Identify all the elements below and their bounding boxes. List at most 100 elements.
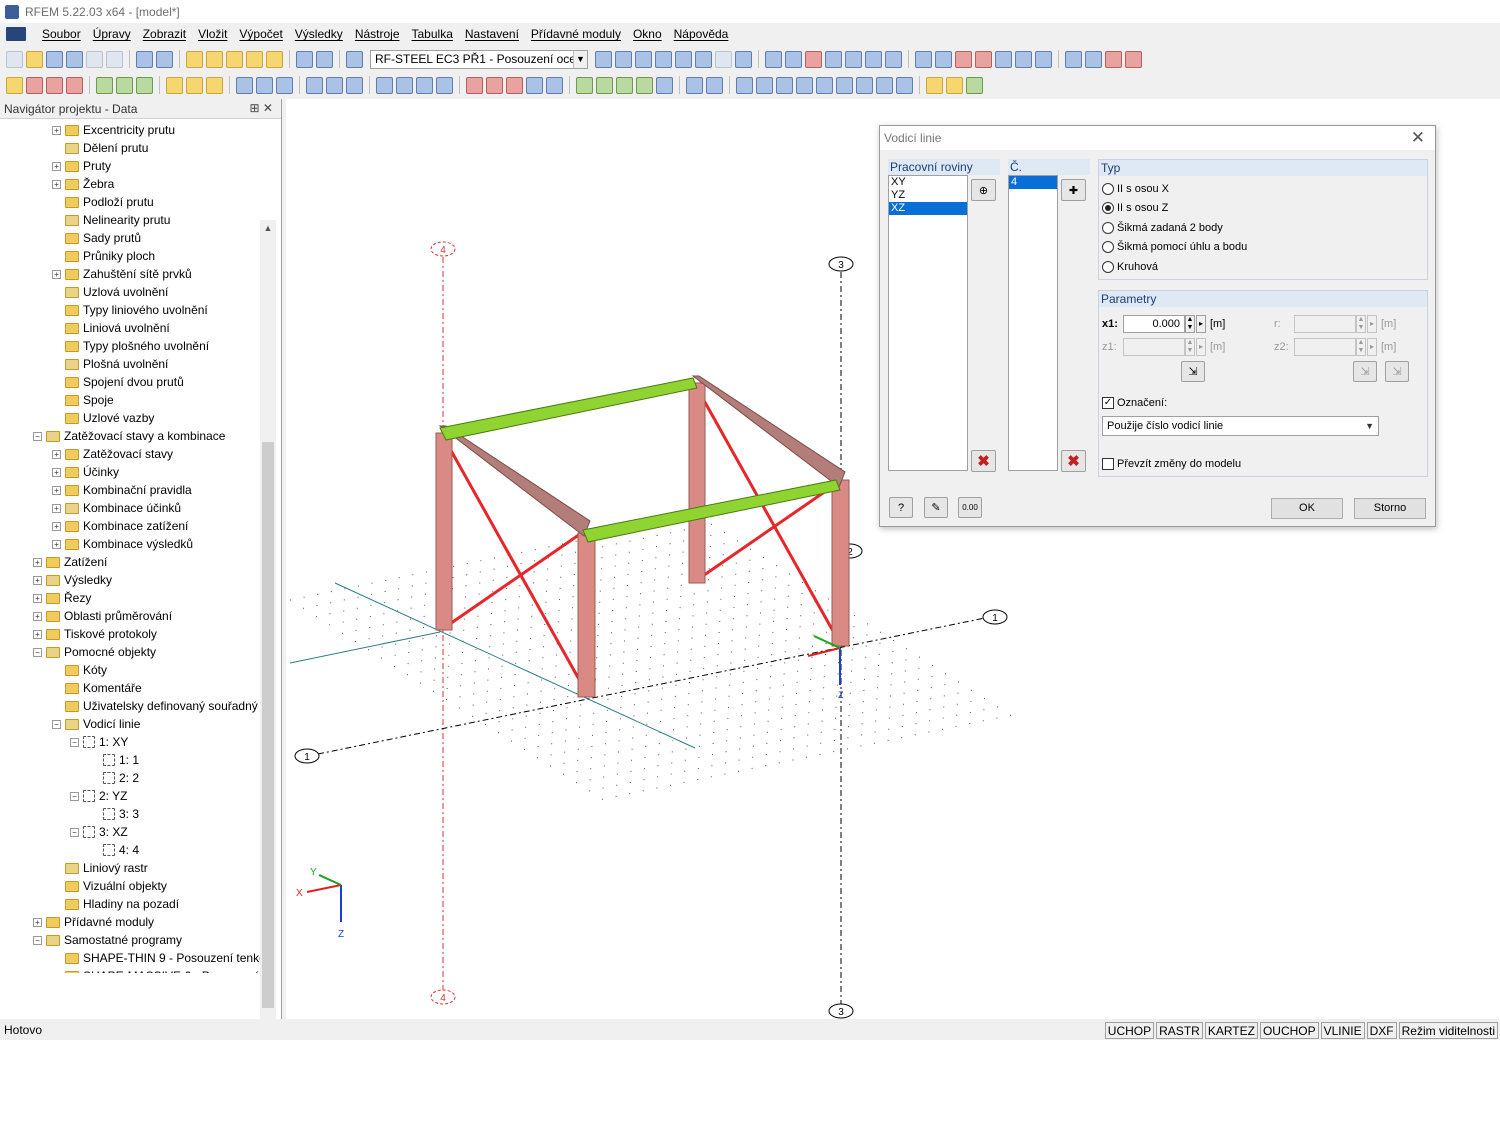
toolbar-tool-icon[interactable] [756, 76, 773, 94]
toolbar-tool-icon[interactable] [736, 76, 753, 94]
module-combo[interactable]: RF-STEEL EC3 PŘ1 - Posouzení ocelových ▼ [370, 49, 588, 69]
toolbar-tool-icon[interactable] [836, 76, 853, 94]
toolbar-tool-icon[interactable] [656, 76, 673, 94]
toolbar-tool-icon[interactable] [46, 76, 63, 94]
toolbar-tool-icon[interactable] [935, 50, 952, 68]
tree-item[interactable]: Dělení prutu [52, 139, 148, 157]
tree-item[interactable]: 4: 4 [90, 841, 139, 859]
x1-input[interactable]: 0.000 [1123, 315, 1185, 333]
help-button[interactable]: ? [889, 497, 913, 518]
tree-item[interactable]: Komentáře [52, 679, 142, 697]
plane-item-xz[interactable]: XZ [889, 202, 967, 215]
toolbar-tool-icon[interactable] [546, 76, 563, 94]
menu-item-11[interactable]: Nápověda [668, 27, 735, 41]
type-oblique-two-points-radio[interactable]: Šikmá zadaná 2 body [1102, 222, 1223, 234]
tree-item[interactable]: Spojení dvou prutů [52, 373, 184, 391]
toolbar-tool-icon[interactable] [816, 76, 833, 94]
toolbar-tool-icon[interactable] [206, 76, 223, 94]
tree-item[interactable]: + Oblasti průměrování [33, 607, 172, 625]
expand-icon[interactable]: + [52, 485, 61, 495]
toolbar-tool-icon[interactable] [805, 50, 822, 68]
toolbar-tool-icon[interactable] [106, 50, 123, 68]
tree-item[interactable]: − Zatěžovací stavy a kombinace [33, 427, 225, 445]
menu-item-7[interactable]: Tabulka [406, 27, 459, 41]
menu-item-0[interactable]: Soubor [36, 27, 87, 41]
tree-item[interactable]: + Řezy [33, 589, 91, 607]
toolbar-tool-icon[interactable] [346, 50, 363, 68]
new-guideline-button[interactable]: ✚ [1061, 179, 1086, 201]
toolbar-tool-icon[interactable] [186, 76, 203, 94]
menu-item-6[interactable]: Nástroje [349, 27, 406, 41]
tree-item[interactable]: 3: 3 [90, 805, 139, 823]
type-circular-radio[interactable]: Kruhová [1102, 261, 1158, 273]
tree-item[interactable]: Liniový rastr [52, 859, 148, 877]
expand-icon[interactable]: + [52, 449, 61, 459]
tree-item[interactable]: − Samostatné programy [33, 931, 182, 949]
status-toggle-5[interactable]: DXF [1366, 1021, 1397, 1039]
collapse-icon[interactable]: − [52, 719, 61, 729]
scroll-thumb[interactable] [262, 442, 274, 1008]
tree-item[interactable]: + Kombinace výsledků [52, 535, 193, 553]
toolbar-tool-icon[interactable] [915, 50, 932, 68]
toolbar-tool-icon[interactable] [66, 76, 83, 94]
toolbar-tool-icon[interactable] [376, 76, 393, 94]
type-oblique-angle-point-radio[interactable]: Šikmá pomocí úhlu a bodu [1102, 241, 1247, 253]
menu-item-4[interactable]: Výpočet [233, 27, 288, 41]
expand-icon[interactable]: + [33, 611, 42, 621]
number-item[interactable]: 4 [1009, 176, 1057, 189]
collapse-icon[interactable]: − [33, 647, 42, 657]
expand-icon[interactable]: + [52, 269, 61, 279]
tree-item[interactable]: + Kombinační pravidla [52, 481, 192, 499]
toolbar-tool-icon[interactable] [765, 50, 782, 68]
collapse-icon[interactable]: − [70, 791, 79, 801]
toolbar-tool-icon[interactable] [975, 50, 992, 68]
toolbar-tool-icon[interactable] [635, 50, 652, 68]
menu-item-1[interactable]: Úpravy [87, 27, 137, 41]
status-toggle-0[interactable]: UCHOP [1104, 1021, 1155, 1039]
expand-icon[interactable]: + [33, 575, 42, 585]
menu-item-8[interactable]: Nastavení [459, 27, 525, 41]
tree-item[interactable]: Nelinearity prutu [52, 211, 170, 229]
collapse-icon[interactable]: − [33, 935, 42, 945]
toolbar-tool-icon[interactable] [6, 76, 23, 94]
tree-item[interactable]: + Zahuštění sítě prvků [52, 265, 192, 283]
toolbar-tool-icon[interactable] [615, 50, 632, 68]
toolbar-tool-icon[interactable] [636, 76, 653, 94]
tree-item[interactable]: 2: 2 [90, 769, 139, 787]
toolbar-tool-icon[interactable] [885, 50, 902, 68]
x1-more-icon[interactable]: ▸ [1196, 315, 1206, 333]
toolbar-tool-icon[interactable] [296, 50, 313, 68]
toolbar-tool-icon[interactable] [856, 76, 873, 94]
menu-item-3[interactable]: Vložit [192, 27, 233, 41]
tree-item[interactable]: − 1: XY [70, 733, 128, 751]
toolbar-tool-icon[interactable] [136, 50, 153, 68]
tree-item[interactable]: + Kombinace účinků [52, 499, 181, 517]
toolbar-tool-icon[interactable] [955, 50, 972, 68]
toolbar-tool-icon[interactable] [946, 76, 963, 94]
label-checkbox[interactable]: ✓ Označení: [1102, 397, 1167, 409]
toolbar-tool-icon[interactable] [1035, 50, 1052, 68]
menu-item-9[interactable]: Přídavné moduly [525, 27, 627, 41]
tree-item[interactable]: − Vodicí linie [52, 715, 140, 733]
toolbar-tool-icon[interactable] [825, 50, 842, 68]
toolbar-tool-icon[interactable] [1125, 50, 1142, 68]
toolbar-tool-icon[interactable] [316, 50, 333, 68]
toolbar-tool-icon[interactable] [876, 76, 893, 94]
toolbar-tool-icon[interactable] [1105, 50, 1122, 68]
type-parallel-x-radio[interactable]: II s osou X [1102, 183, 1169, 195]
toolbar-tool-icon[interactable] [896, 76, 913, 94]
status-toggle-6[interactable]: Režim viditelnosti [1398, 1021, 1498, 1039]
tree-item[interactable]: Plošná uvolnění [52, 355, 168, 373]
toolbar-tool-icon[interactable] [246, 50, 263, 68]
toolbar-tool-icon[interactable] [785, 50, 802, 68]
toolbar-tool-icon[interactable] [136, 76, 153, 94]
toolbar-tool-icon[interactable] [236, 76, 253, 94]
toolbar-tool-icon[interactable] [226, 50, 243, 68]
tree-item[interactable]: Uzlové vazby [52, 409, 154, 427]
tree-item[interactable]: 1: 1 [90, 751, 139, 769]
expand-icon[interactable]: + [33, 557, 42, 567]
scroll-up-icon[interactable]: ▲ [260, 220, 276, 236]
expand-icon[interactable]: + [52, 161, 61, 171]
expand-icon[interactable]: + [52, 467, 61, 477]
tree-item[interactable]: + Excentricity prutu [52, 121, 175, 139]
